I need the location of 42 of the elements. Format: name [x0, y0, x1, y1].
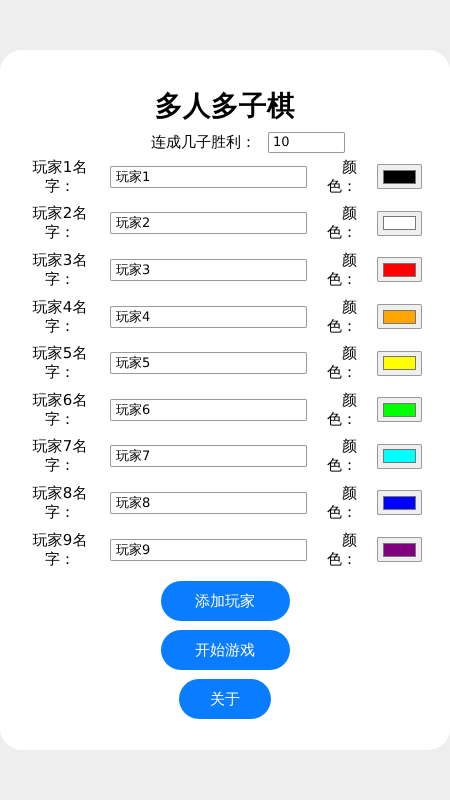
color-picker[interactable] [377, 350, 422, 376]
color-label: 颜色： [326, 158, 357, 196]
player-name-label: 玩家4名字： [32, 298, 88, 336]
player-name-field[interactable]: 玩家7 [110, 445, 307, 468]
color-label: 颜色： [326, 530, 357, 569]
color-label: 颜色： [326, 344, 357, 382]
color-picker[interactable] [377, 257, 422, 282]
color-label: 颜色： [326, 298, 357, 336]
player-name-label: 玩家1名字： [32, 158, 88, 196]
player-name-field[interactable]: 玩家8 [110, 492, 307, 514]
action-button[interactable]: 开始游戏 [160, 630, 290, 670]
app-title: 多人多子棋 [155, 88, 295, 124]
color-picker[interactable] [377, 397, 422, 422]
player-name-label: 玩家3名字： [32, 250, 88, 289]
player-name-label: 玩家9名字： [32, 530, 88, 569]
color-label: 颜色： [326, 390, 357, 429]
color-label: 颜色： [326, 250, 357, 289]
player-name-field[interactable]: 玩家4 [110, 306, 307, 328]
player-name-field[interactable]: 玩家3 [110, 258, 307, 281]
player-name-field[interactable]: 玩家5 [110, 352, 307, 374]
color-label: 颜色： [326, 437, 357, 476]
win-count-field[interactable]: 10 [268, 132, 345, 153]
player-name-label: 玩家5名字： [32, 344, 88, 382]
color-picker[interactable] [377, 444, 422, 469]
action-button[interactable]: 添加玩家 [160, 580, 290, 621]
player-name-label: 玩家2名字： [32, 204, 88, 242]
color-picker[interactable] [377, 210, 422, 236]
player-name-field[interactable]: 玩家2 [110, 212, 307, 234]
color-picker[interactable] [377, 304, 422, 330]
action-button[interactable]: 关于 [179, 678, 271, 719]
color-label: 颜色： [326, 204, 357, 242]
player-name-label: 玩家7名字： [32, 437, 88, 476]
win-count-label: 连成几子胜利： [151, 132, 256, 153]
player-name-field[interactable]: 玩家6 [110, 398, 307, 421]
color-picker[interactable] [377, 490, 422, 516]
player-name-field[interactable]: 玩家9 [110, 538, 307, 561]
color-picker[interactable] [377, 164, 422, 190]
color-label: 颜色： [326, 484, 357, 522]
player-name-label: 玩家6名字： [32, 390, 88, 429]
color-picker[interactable] [377, 537, 422, 562]
player-name-label: 玩家8名字： [32, 484, 88, 522]
player-name-field[interactable]: 玩家1 [110, 166, 307, 188]
